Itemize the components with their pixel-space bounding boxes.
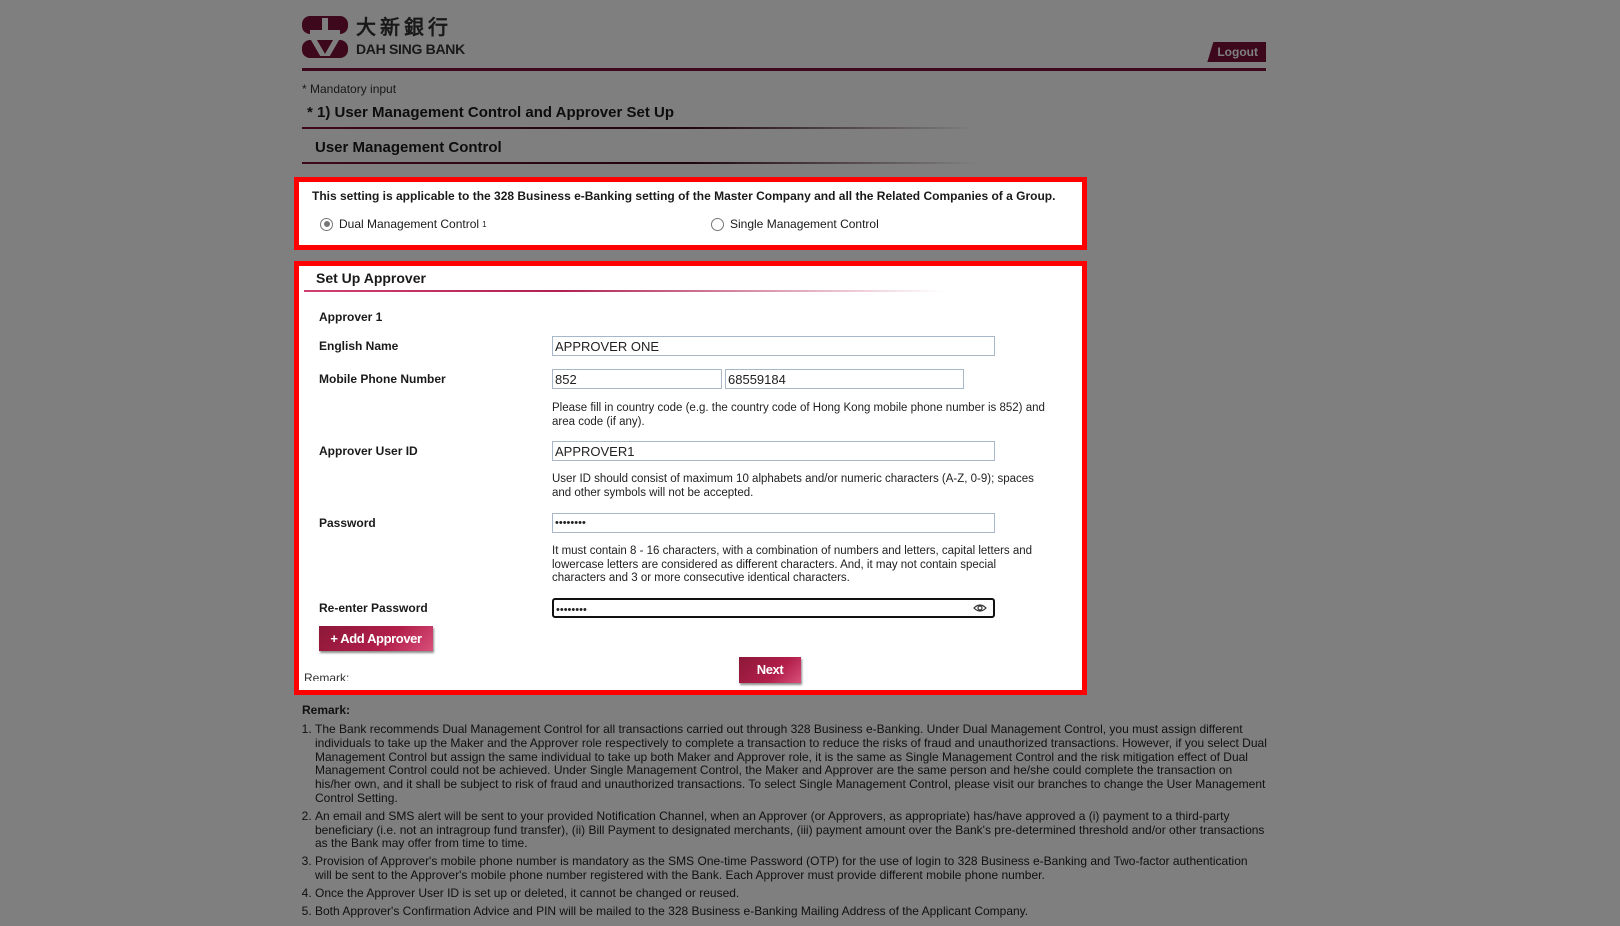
mandatory-note: * Mandatory input [302, 82, 397, 96]
umc-title: User Management Control [315, 139, 502, 156]
reenter-password-label: Re-enter Password [319, 601, 428, 615]
logo-mark-icon [302, 16, 348, 58]
dual-control-option[interactable]: Dual Management Control 1 [320, 217, 487, 231]
page-container: 大新銀行 DAH SING BANK Logout * Mandatory in… [302, 0, 1266, 164]
logout-button[interactable]: Logout [1207, 42, 1266, 62]
bank-name-cn: 大新銀行 [356, 17, 452, 39]
remark-item: Once the Approver User ID is set up or d… [315, 886, 1267, 901]
remarks-list: The Bank recommends Dual Management Cont… [302, 722, 1267, 919]
english-name-label: English Name [319, 339, 399, 353]
user-id-help-text: User ID should consist of maximum 10 alp… [552, 473, 1034, 499]
section-title: * 1) User Management Control and Approve… [307, 104, 675, 121]
applicable-text: This setting is applicable to the 328 Bu… [312, 189, 1056, 203]
add-approver-button[interactable]: + Add Approver [319, 626, 433, 651]
remark-item: Provision of Approver's mobile phone num… [315, 854, 1267, 883]
mobile-help-text: Please fill in country code (e.g. the co… [552, 402, 1045, 428]
remark-cut-text: Remark: [304, 671, 350, 681]
password-help-text: It must contain 8 - 16 characters, with … [552, 545, 1033, 584]
reenter-password-field[interactable]: •••••••• [552, 598, 995, 618]
approver-heading: Approver 1 [319, 310, 383, 324]
password-input[interactable] [552, 513, 995, 533]
single-control-label: Single Management Control [730, 217, 879, 231]
remarks-title: Remark: [302, 703, 351, 717]
reenter-password-value: •••••••• [556, 604, 587, 616]
setup-divider [304, 290, 944, 292]
remark-item: The Bank recommends Dual Management Cont… [315, 722, 1267, 806]
approver-highlight-box: Set Up Approver Approver 1 English Name … [294, 261, 1087, 695]
header: 大新銀行 DAH SING BANK Logout [302, 0, 1266, 72]
bank-logo: 大新銀行 DAH SING BANK [302, 16, 465, 58]
english-name-input[interactable] [552, 336, 995, 356]
single-control-radio[interactable] [711, 217, 724, 231]
remark-item: Both Approver's Confirmation Advice and … [315, 904, 1267, 919]
country-code-input[interactable] [552, 369, 722, 389]
password-label: Password [319, 516, 376, 530]
header-divider [302, 68, 1266, 71]
dual-control-radio[interactable] [320, 217, 333, 231]
setup-approver-title: Set Up Approver [316, 270, 426, 286]
dual-control-label: Dual Management Control [339, 217, 480, 231]
mobile-label: Mobile Phone Number [319, 372, 446, 386]
eye-icon[interactable] [973, 603, 987, 613]
user-id-input[interactable] [552, 441, 995, 461]
umc-highlight-box: This setting is applicable to the 328 Bu… [294, 177, 1087, 250]
footnote-ref: 1 [482, 219, 487, 229]
user-id-label: Approver User ID [319, 444, 418, 458]
bank-name-en: DAH SING BANK [356, 41, 465, 57]
remark-item: An email and SMS alert will be sent to y… [315, 809, 1267, 851]
mobile-number-input[interactable] [725, 369, 964, 389]
umc-divider [302, 162, 1266, 164]
next-button[interactable]: Next [739, 657, 801, 683]
single-control-option[interactable]: Single Management Control [711, 217, 879, 231]
remarks-section: Remark: The Bank recommends Dual Managem… [302, 703, 1267, 922]
